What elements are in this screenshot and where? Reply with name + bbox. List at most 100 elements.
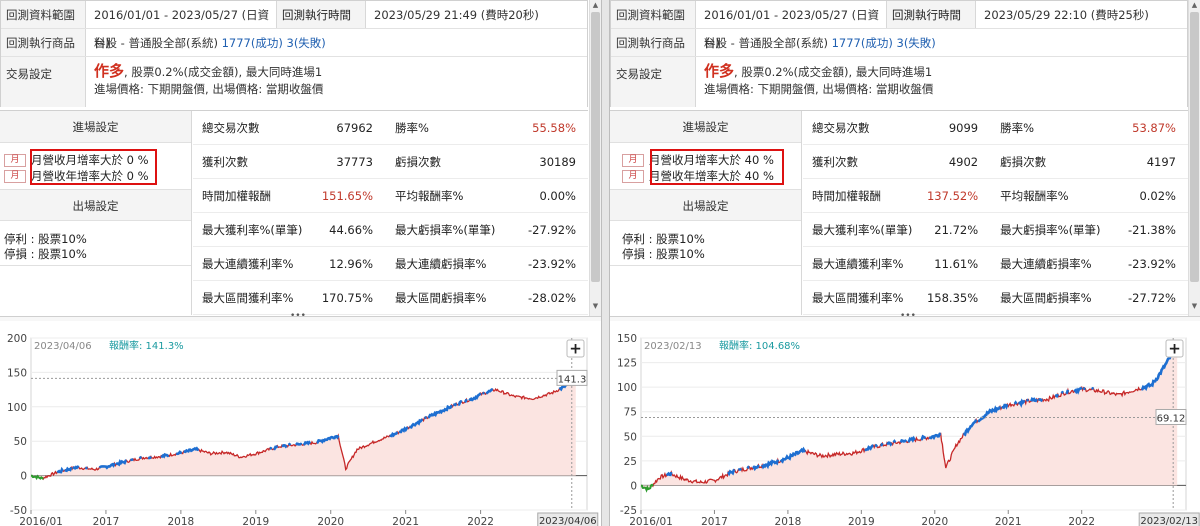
- panel-splitter[interactable]: [601, 0, 610, 526]
- x-tick-label: 2016/01: [19, 516, 63, 526]
- take-profit: 停利 : 股票10%: [4, 232, 87, 246]
- stat-label: 最大獲利率%(單筆): [202, 222, 303, 237]
- y-tick-label: 0: [20, 471, 27, 483]
- stats-table: 總交易次數 9099 勝率% 53.87% 獲利次數 4902 虧損次數 4197 時間加權…: [803, 111, 1188, 315]
- stat-value: -23.92%: [1127, 256, 1176, 271]
- new-high-segment: [899, 439, 908, 443]
- trade-label: 交易設定: [611, 57, 696, 107]
- product-success-link[interactable]: 1777(成功): [832, 36, 893, 50]
- entry-settings-title: 進場設定: [0, 111, 191, 143]
- stat-value: 9099: [948, 120, 979, 135]
- stat-value: -28.02%: [528, 290, 576, 305]
- new-high-segment: [1029, 396, 1038, 403]
- hover-date: 2023/02/13: [644, 341, 702, 352]
- stat-value: 0.00%: [539, 188, 576, 203]
- return-readout: 報酬率: 104.68%: [719, 339, 800, 352]
- stat-label: 最大連續虧損率%: [1000, 256, 1092, 271]
- plus-icon[interactable]: +: [1168, 340, 1181, 358]
- product-fail-link[interactable]: 3(失敗): [287, 36, 326, 50]
- product-fail-link[interactable]: 3(失敗): [897, 36, 936, 50]
- new-high-segment: [482, 391, 485, 395]
- trade-label: 交易設定: [1, 57, 86, 107]
- range-value: 2016/01/01 - 2023/05/27 (日資料): [94, 8, 270, 50]
- monthly-tag: 月: [622, 154, 644, 167]
- y-tick-label: 50: [14, 436, 27, 448]
- stat-value: -27.72%: [1127, 290, 1176, 305]
- scroll-thumb[interactable]: [1190, 12, 1199, 282]
- vertical-scrollbar[interactable]: ▲ ▼: [1188, 0, 1200, 316]
- stat-label: 最大區間虧損率%: [395, 290, 487, 305]
- new-high-segment: [880, 442, 884, 447]
- trade-direction: 作多: [704, 62, 735, 80]
- settings-column: 進場設定 月月營收月增率大於 0 % 月月營收年增率大於 0 % 出場設定 停利…: [0, 111, 192, 315]
- stat-label: 最大獲利率%(單筆): [812, 222, 913, 237]
- equity-chart[interactable]: 1501251007550250-252016/01 2017 2018 2019 20…: [610, 322, 1200, 526]
- value-label: 141.3: [558, 374, 587, 385]
- new-high-segment: [886, 441, 893, 447]
- plus-icon[interactable]: +: [569, 340, 582, 358]
- stat-label: 時間加權報酬: [202, 188, 271, 203]
- trade-direction: 作多: [94, 62, 125, 80]
- divider: [0, 265, 191, 266]
- settings-column: 進場設定 月月營收月增率大於 40 % 月月營收年增率大於 40 % 出場設定 …: [610, 111, 802, 315]
- drag-handle-icon[interactable]: •••: [290, 311, 306, 321]
- table-row: 獲利次數 4902 虧損次數 4197: [803, 145, 1188, 179]
- new-high-segment: [1037, 397, 1044, 403]
- new-high-segment: [1025, 398, 1030, 402]
- product-name: 台股 - 普通股全部(系統): [704, 36, 828, 50]
- scroll-up-icon[interactable]: ▲: [1189, 1, 1200, 9]
- stat-label: 獲利次數: [812, 154, 858, 169]
- stat-value: 37773: [336, 154, 373, 169]
- pane-splitter[interactable]: •••: [610, 311, 1200, 321]
- stat-label: 平均報酬率%: [395, 188, 464, 203]
- vertical-scrollbar[interactable]: ▲ ▼: [589, 0, 601, 316]
- stat-value: 158.35%: [926, 290, 979, 305]
- pane-splitter[interactable]: •••: [0, 311, 601, 321]
- highlight-box: [650, 149, 784, 185]
- scroll-down-icon[interactable]: ▼: [1189, 302, 1200, 310]
- exec-time-label: 回測執行時間: [886, 1, 976, 28]
- y-tick-label: 75: [624, 407, 637, 419]
- table-row: 最大連續獲利率% 12.96% 最大連續虧損率% -23.92%: [193, 247, 588, 281]
- x-tick-label: 2022: [467, 516, 494, 526]
- table-row: 總交易次數 67962 勝率% 55.58%: [193, 111, 588, 145]
- new-high-segment: [147, 455, 152, 460]
- new-high-segment: [424, 415, 428, 420]
- stat-label: 最大連續虧損率%: [395, 256, 487, 271]
- stat-value: 30189: [539, 154, 576, 169]
- y-tick-label: 150: [7, 367, 27, 379]
- y-tick-label: 0: [630, 480, 637, 492]
- equity-chart[interactable]: 200150100500-502016/01 2017 2018 2019 2020 20…: [0, 322, 601, 526]
- drag-handle-icon[interactable]: •••: [900, 311, 916, 321]
- scroll-up-icon[interactable]: ▲: [590, 1, 601, 9]
- stat-label: 最大區間獲利率%: [202, 290, 294, 305]
- y-tick-label: 50: [624, 431, 637, 443]
- y-tick-label: 100: [617, 382, 637, 394]
- scroll-thumb[interactable]: [591, 12, 600, 282]
- trade-fee: , 股票0.2%(成交金額), 最大同時進場1: [734, 65, 933, 79]
- x-tick-label: 2020: [921, 516, 948, 526]
- new-high-segment: [746, 465, 750, 470]
- x-tick-label: 2020: [317, 516, 344, 526]
- divider: [610, 265, 801, 266]
- stat-label: 獲利次數: [202, 154, 248, 169]
- new-high-segment: [1013, 400, 1018, 405]
- product-success-link[interactable]: 1777(成功): [222, 36, 283, 50]
- stat-value: 53.87%: [1132, 120, 1176, 135]
- y-tick-label: 150: [617, 333, 637, 345]
- x-tick-label: 2017: [701, 516, 728, 526]
- range-value: 2016/01/01 - 2023/05/27 (日資料): [704, 8, 880, 50]
- new-high-segment: [1055, 393, 1059, 399]
- new-high-segment: [72, 465, 80, 470]
- value-label: 69.12: [1157, 413, 1186, 424]
- scroll-down-icon[interactable]: ▼: [590, 302, 601, 310]
- stat-value: 11.61%: [934, 256, 979, 271]
- y-tick-label: 25: [624, 456, 637, 468]
- take-profit: 停利 : 股票10%: [622, 232, 705, 246]
- backtest-header: 回測資料範圍 2016/01/01 - 2023/05/27 (日資料) 回測執…: [0, 0, 588, 107]
- highlight-box: [30, 149, 157, 185]
- y-tick-label: 100: [7, 402, 27, 414]
- new-high-segment: [1082, 386, 1086, 391]
- stat-value: -23.92%: [528, 256, 576, 271]
- new-high-segment: [892, 439, 897, 444]
